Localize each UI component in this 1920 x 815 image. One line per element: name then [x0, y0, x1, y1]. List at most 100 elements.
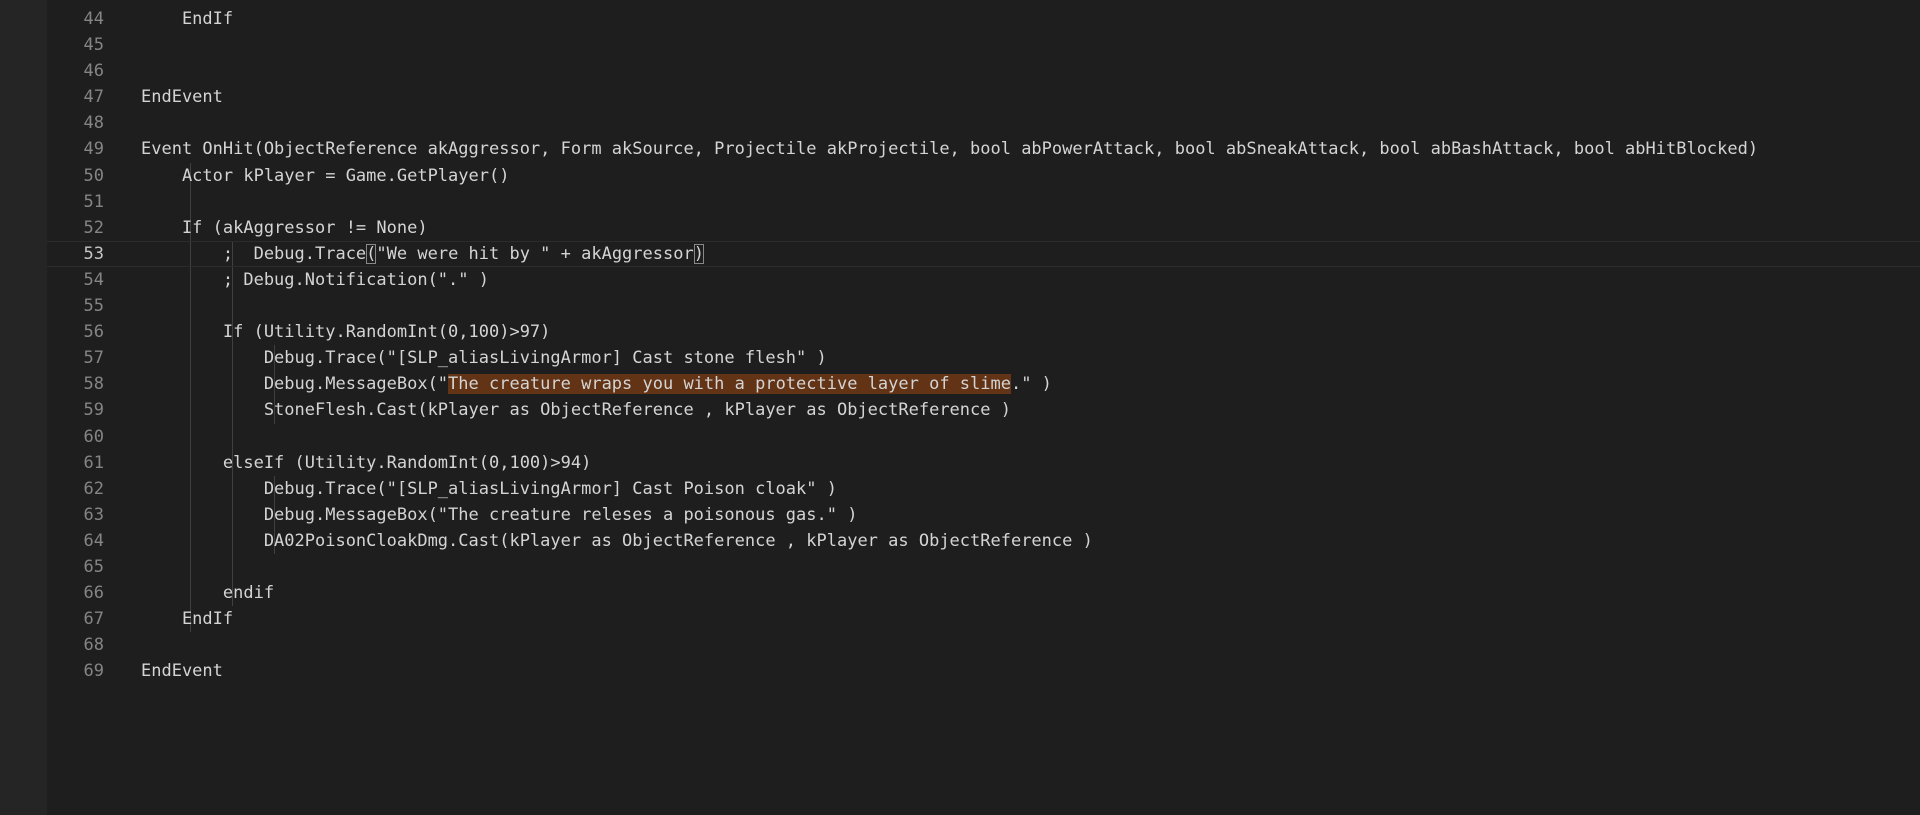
- line-number[interactable]: 50: [47, 163, 104, 189]
- code-text[interactable]: EndEvent: [141, 658, 223, 684]
- code-text[interactable]: If (akAggressor != None): [141, 215, 428, 241]
- code-line[interactable]: 53 ; Debug.Trace("We were hit by " + akA…: [47, 240, 1920, 267]
- code-segment: ; Debug.Notification("." ): [141, 269, 489, 290]
- code-editor[interactable]: 44 EndIf 45 46 47 EndEvent 48 49 Event OnHit(Ob…: [0, 0, 1920, 815]
- line-number[interactable]: 62: [47, 476, 104, 502]
- indent-guide: [232, 553, 233, 581]
- line-number[interactable]: 58: [47, 371, 104, 397]
- line-number[interactable]: 63: [47, 502, 104, 528]
- code-line[interactable]: 56 If (Utility.RandomInt(0,100)>97): [47, 319, 1920, 346]
- code-text[interactable]: EndIf: [141, 606, 233, 632]
- code-text[interactable]: DA02PoisonCloakDmg.Cast(kPlayer as Objec…: [141, 528, 1093, 554]
- code-line[interactable]: 51: [47, 188, 1920, 215]
- line-number[interactable]: 47: [47, 84, 104, 110]
- code-line[interactable]: 64 DA02PoisonCloakDmg.Cast(kPlayer as Ob…: [47, 527, 1920, 554]
- line-number[interactable]: 67: [47, 606, 104, 632]
- bracket-match-open: (: [366, 243, 377, 264]
- code-line[interactable]: 44 EndIf: [47, 6, 1920, 32]
- code-line[interactable]: 69 EndEvent: [47, 658, 1920, 684]
- line-number[interactable]: 52: [47, 215, 104, 241]
- code-text[interactable]: Actor kPlayer = Game.GetPlayer(): [141, 163, 510, 189]
- code-line[interactable]: 47 EndEvent: [47, 84, 1920, 110]
- code-line[interactable]: 57 Debug.Trace("[SLP_aliasLivingArmor] C…: [47, 345, 1920, 372]
- line-number[interactable]: 54: [47, 267, 104, 293]
- line-number[interactable]: 69: [47, 658, 104, 684]
- code-segment: If (akAggressor != None): [141, 217, 428, 238]
- line-number[interactable]: 61: [47, 450, 104, 476]
- code-text[interactable]: If (Utility.RandomInt(0,100)>97): [141, 319, 551, 345]
- find-highlight: The creature wraps you with a protective…: [448, 374, 1011, 395]
- code-line[interactable]: 52 If (akAggressor != None): [47, 214, 1920, 241]
- code-line[interactable]: 63 Debug.MessageBox("The creature relese…: [47, 501, 1920, 528]
- line-number[interactable]: 57: [47, 345, 104, 371]
- code-segment: Debug.MessageBox(": [141, 374, 449, 395]
- line-number[interactable]: 51: [47, 189, 104, 215]
- code-line[interactable]: 48: [47, 110, 1920, 136]
- code-segment: elseIf (Utility.RandomInt(0,100)>94): [141, 452, 592, 473]
- code-segment: EndIf: [141, 9, 234, 29]
- line-number[interactable]: 44: [47, 6, 104, 32]
- code-text[interactable]: Event OnHit(ObjectReference akAggressor,…: [141, 136, 1758, 162]
- code-line[interactable]: 49 Event OnHit(ObjectReference akAggresso…: [47, 136, 1920, 162]
- code-text[interactable]: Debug.Trace("[SLP_aliasLivingArmor] Cast…: [141, 476, 837, 502]
- code-line[interactable]: 50 Actor kPlayer = Game.GetPlayer(): [47, 162, 1920, 189]
- line-number[interactable]: 60: [47, 424, 104, 450]
- left-side-strip: [0, 0, 47, 815]
- code-text[interactable]: endif: [141, 580, 274, 606]
- code-segment: Actor kPlayer = Game.GetPlayer(): [141, 165, 510, 186]
- indent-guide: [190, 553, 191, 581]
- indent-guide: [232, 293, 233, 320]
- line-number[interactable]: 66: [47, 580, 104, 606]
- code-text[interactable]: EndEvent: [141, 84, 223, 110]
- code-text[interactable]: Debug.MessageBox("The creature releses a…: [141, 502, 858, 528]
- bracket-match-close: ): [693, 243, 704, 264]
- line-number[interactable]: 55: [47, 293, 104, 319]
- code-text[interactable]: Debug.MessageBox("The creature wraps you…: [141, 371, 1052, 397]
- line-number[interactable]: 53: [47, 242, 104, 266]
- indent-guide: [190, 188, 191, 215]
- code-line[interactable]: 68: [47, 632, 1920, 658]
- line-number[interactable]: 68: [47, 632, 104, 658]
- code-text[interactable]: Debug.Trace("[SLP_aliasLivingArmor] Cast…: [141, 345, 827, 371]
- code-text[interactable]: EndIf: [141, 6, 233, 32]
- line-number[interactable]: 46: [47, 58, 104, 84]
- code-segment: Debug.Trace("[SLP_aliasLivingArmor] Cast…: [141, 478, 837, 499]
- code-segment: ; Debug.Trace: [141, 243, 367, 264]
- code-line[interactable]: 45: [47, 32, 1920, 58]
- code-line[interactable]: 65: [47, 553, 1920, 581]
- line-number[interactable]: 64: [47, 528, 104, 554]
- code-line[interactable]: 67 EndIf: [47, 606, 1920, 633]
- code-segment: Debug.MessageBox("The creature releses a…: [141, 504, 858, 525]
- code-segment: EndEvent: [141, 661, 223, 682]
- code-line[interactable]: 62 Debug.Trace("[SLP_aliasLivingArmor] C…: [47, 475, 1920, 502]
- code-segment: EndIf: [141, 609, 234, 630]
- code-text[interactable]: ; Debug.Notification("." ): [141, 267, 489, 293]
- code-segment: endif: [141, 583, 275, 604]
- code-text[interactable]: ; Debug.Trace("We were hit by " + akAggr…: [141, 242, 704, 266]
- indent-guide: [190, 423, 191, 450]
- code-text[interactable]: StoneFlesh.Cast(kPlayer as ObjectReferen…: [141, 397, 1011, 423]
- indent-guide: [232, 423, 233, 450]
- code-line[interactable]: 55: [47, 293, 1920, 320]
- code-line[interactable]: 60: [47, 423, 1920, 450]
- code-line[interactable]: 59 StoneFlesh.Cast(kPlayer as ObjectRefe…: [47, 397, 1920, 424]
- code-segment: "We were hit by " + akAggressor: [376, 243, 694, 264]
- code-segment: DA02PoisonCloakDmg.Cast(kPlayer as Objec…: [141, 530, 1093, 551]
- line-number[interactable]: 48: [47, 110, 104, 136]
- code-lines[interactable]: 44 EndIf 45 46 47 EndEvent 48 49 Event OnHit(Ob…: [47, 6, 1920, 684]
- indent-guide: [190, 293, 191, 320]
- code-line[interactable]: 46: [47, 58, 1920, 84]
- code-line[interactable]: 58 Debug.MessageBox("The creature wraps …: [47, 371, 1920, 398]
- code-segment: If (Utility.RandomInt(0,100)>97): [141, 322, 551, 343]
- code-segment: Event OnHit(ObjectReference akAggressor,…: [141, 139, 1759, 160]
- line-number[interactable]: 45: [47, 32, 104, 58]
- code-line[interactable]: 66 endif: [47, 580, 1920, 607]
- line-number[interactable]: 49: [47, 136, 104, 162]
- line-number[interactable]: 59: [47, 397, 104, 423]
- code-line[interactable]: 54 ; Debug.Notification("." ): [47, 266, 1920, 294]
- line-number[interactable]: 56: [47, 319, 104, 345]
- code-line[interactable]: 61 elseIf (Utility.RandomInt(0,100)>94): [47, 449, 1920, 476]
- code-text[interactable]: elseIf (Utility.RandomInt(0,100)>94): [141, 450, 591, 476]
- code-segment: Debug.Trace("[SLP_aliasLivingArmor] Cast…: [141, 348, 827, 369]
- line-number[interactable]: 65: [47, 554, 104, 580]
